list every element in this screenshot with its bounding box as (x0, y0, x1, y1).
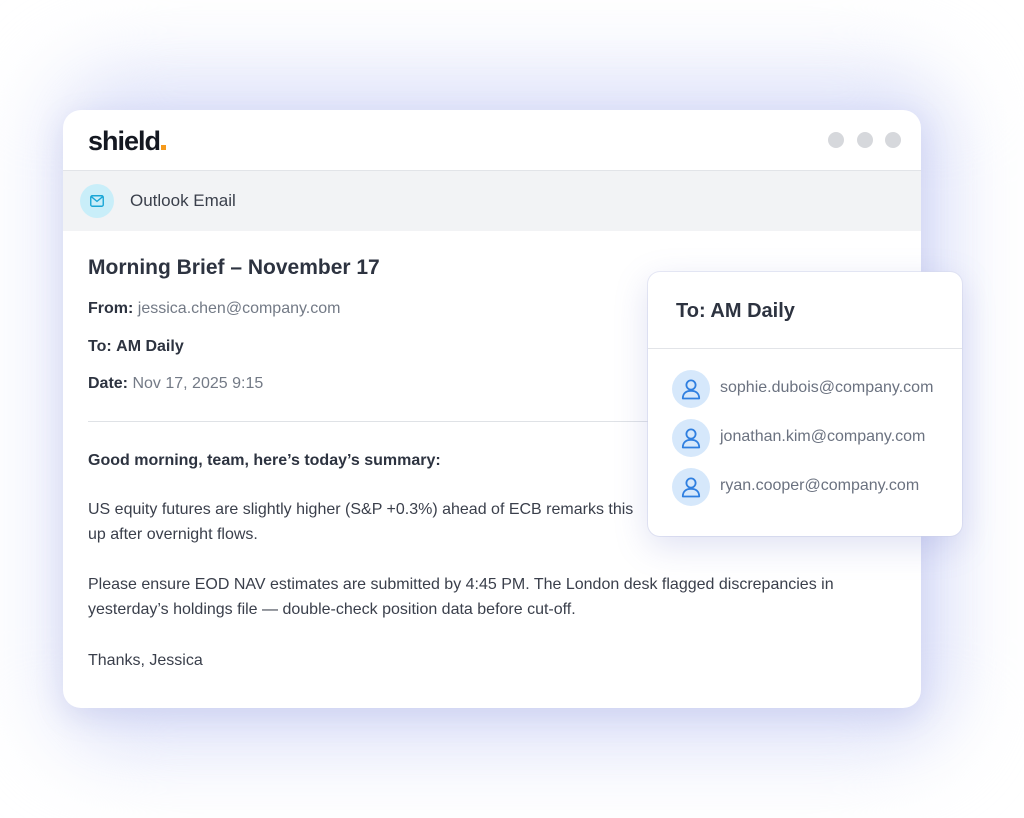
title-bar: shield (63, 110, 921, 170)
email-signoff: Thanks, Jessica (88, 652, 203, 669)
to-label: To: (88, 338, 112, 355)
recipient-item[interactable]: jonathan.kim@company.com (672, 419, 952, 459)
window-dot-1[interactable] (828, 132, 845, 148)
recipients-popover: To: AM Daily sophie.dubois@company.com j… (648, 272, 962, 536)
email-subject: Morning Brief – November 17 (88, 256, 380, 279)
paragraph-2-line-2: yesterday’s holdings file — double-check… (88, 601, 576, 618)
recipient-item[interactable]: ryan.cooper@company.com (672, 468, 952, 508)
app-name: Outlook Email (130, 191, 236, 210)
window-dot-3[interactable] (885, 132, 901, 148)
user-icon (672, 370, 710, 408)
logo-text: shield (88, 126, 161, 156)
paragraph-2-line-1: Please ensure EOD NAV estimates are subm… (88, 576, 834, 593)
from-value[interactable]: jessica.chen@company.com (138, 300, 341, 317)
window-controls (820, 132, 901, 153)
recipient-email: jonathan.kim@company.com (720, 428, 926, 445)
to-value[interactable]: AM Daily (116, 338, 184, 355)
user-icon (672, 419, 710, 457)
logo-dot (161, 145, 167, 150)
window-dot-2[interactable] (856, 132, 873, 148)
email-paragraph-2: Please ensure EOD NAV estimates are subm… (88, 572, 888, 622)
recipient-email: sophie.dubois@company.com (720, 379, 934, 396)
app-header: Outlook Email (63, 170, 921, 231)
popover-title: To: AM Daily (676, 300, 795, 322)
from-row: From: jessica.chen@company.com (88, 300, 340, 318)
recipient-item[interactable]: sophie.dubois@company.com (672, 370, 952, 410)
from-label: From: (88, 300, 134, 317)
shield-logo: shield (88, 126, 167, 157)
recipient-email: ryan.cooper@company.com (720, 477, 920, 494)
date-row: Date: Nov 17, 2025 9:15 (88, 375, 263, 393)
to-row: To: AM Daily (88, 338, 184, 356)
user-icon (672, 468, 710, 506)
date-value: Nov 17, 2025 9:15 (132, 375, 264, 392)
mail-icon (80, 184, 114, 218)
popover-divider (648, 348, 962, 349)
date-label: Date: (88, 375, 129, 392)
